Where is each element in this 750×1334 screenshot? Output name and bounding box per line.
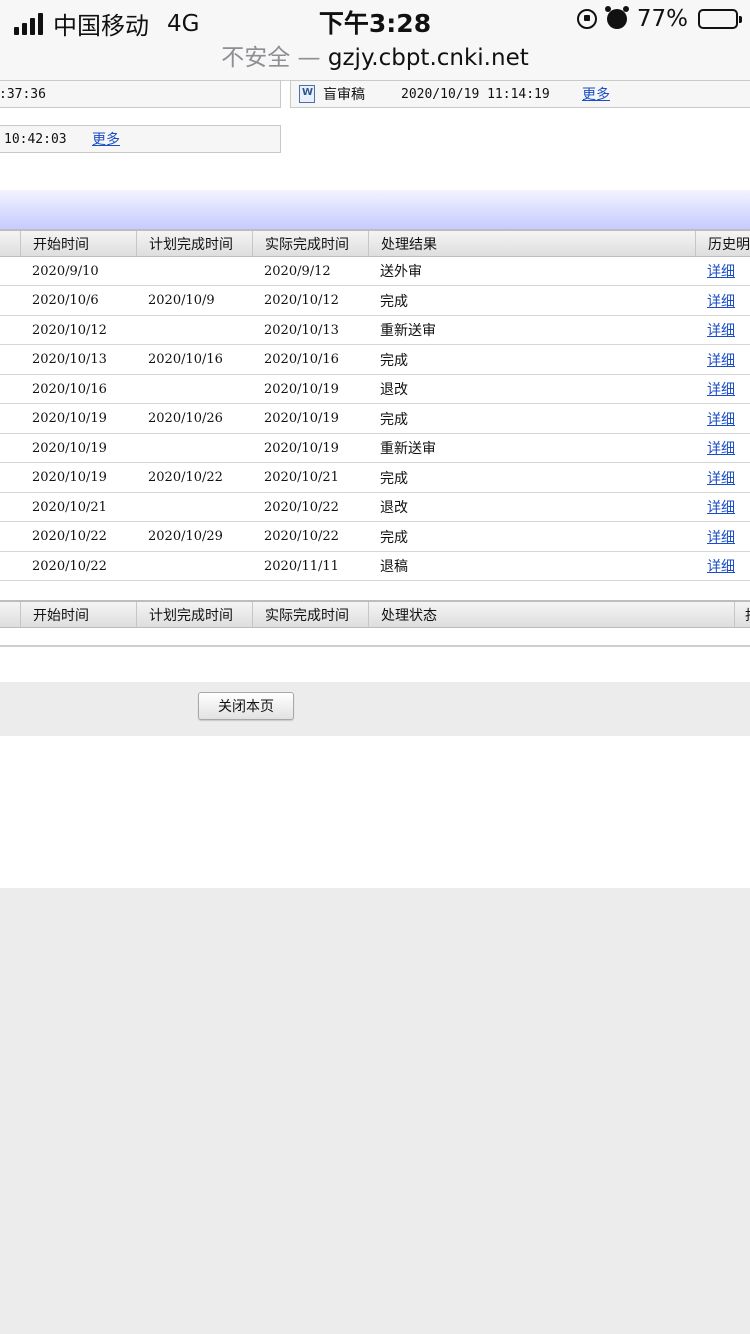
header-planned-time: 计划完成时间: [136, 231, 252, 256]
insecure-label: 不安全 —: [221, 45, 321, 71]
detail-link[interactable]: 详细: [707, 316, 735, 344]
status-right: 77%: [576, 6, 742, 32]
table-row: 2020/10/12 2020/10/13 重新送审 详细: [0, 316, 750, 345]
table-row: 2020/10/22 2020/10/29 2020/10/22 完成 详细: [0, 523, 750, 552]
cell-start-time: 2020/10/13: [32, 352, 107, 367]
cell-start-time: 2020/10/12: [32, 322, 107, 338]
table-row: 2020/10/19 2020/10/19 重新送审 详细: [0, 434, 750, 463]
doc-entry-2: 10:42:03 更多: [0, 125, 281, 153]
header-cc: 抄: [734, 602, 750, 627]
detail-link[interactable]: 详细: [707, 375, 735, 403]
doc-entry-1: :37:36: [0, 80, 281, 108]
cell-start-time: 2020/10/22: [32, 558, 107, 574]
cell-actual-time: 2020/10/22: [264, 499, 339, 515]
cell-result: 退改: [380, 500, 408, 516]
detail-link[interactable]: 详细: [707, 405, 735, 433]
cell-result: 完成: [380, 411, 408, 428]
cell-result: 重新送审: [380, 323, 436, 339]
cell-actual-time: 2020/10/19: [264, 381, 339, 397]
table-row: 2020/10/21 2020/10/22 退改 详细: [0, 493, 750, 522]
header-result: 处理结果: [368, 231, 695, 256]
doc-entry-blind-review: 盲审稿 2020/10/19 11:14:19 更多: [290, 80, 750, 108]
table-row: 2020/10/6 2020/10/9 2020/10/12 完成 详细: [0, 287, 750, 316]
cell-planned-time: 2020/10/22: [148, 470, 223, 485]
cell-result: 完成: [380, 529, 408, 546]
cell-actual-time: 2020/10/16: [264, 352, 339, 367]
table-row: 2020/10/19 2020/10/22 2020/10/21 完成 详细: [0, 464, 750, 493]
cell-result: 送外审: [380, 264, 422, 280]
section-header-bar: [0, 190, 750, 229]
detail-link[interactable]: 详细: [707, 287, 735, 315]
cell-start-time: 2020/9/10: [32, 263, 99, 279]
cell-result: 退改: [380, 382, 408, 398]
cell-start-time: 2020/10/6: [32, 293, 99, 308]
button-bar: 关闭本页: [0, 682, 750, 736]
header-start-time: 开始时间: [20, 602, 136, 627]
table-row: 2020/10/16 2020/10/19 退改 详细: [0, 375, 750, 404]
table-row: 2020/10/13 2020/10/16 2020/10/16 完成 详细: [0, 346, 750, 375]
cell-start-time: 2020/10/21: [32, 499, 107, 515]
cell-result: 完成: [380, 470, 408, 487]
detail-link[interactable]: 详细: [707, 346, 735, 374]
cell-actual-time: 2020/10/19: [264, 440, 339, 456]
more-link[interactable]: 更多: [582, 84, 610, 104]
cell-start-time: 2020/10/19: [32, 411, 107, 426]
detail-link[interactable]: 详细: [707, 523, 735, 551]
cell-actual-time: 2020/11/11: [264, 558, 339, 574]
cell-start-time: 2020/10/19: [32, 470, 107, 485]
cell-result: 重新送审: [380, 441, 436, 457]
table-row: 2020/10/22 2020/11/11 退稿 详细: [0, 552, 750, 581]
detail-link[interactable]: 详细: [707, 493, 735, 521]
cell-actual-time: 2020/10/13: [264, 322, 339, 338]
cell-start-time: 2020/10/19: [32, 440, 107, 456]
cell-actual-time: 2020/10/12: [264, 293, 339, 308]
table-row: 2020/10/19 2020/10/26 2020/10/19 完成 详细: [0, 405, 750, 434]
detail-link[interactable]: 详细: [707, 257, 735, 285]
doc-time: 2020/10/19 11:14:19: [401, 86, 550, 102]
alarm-icon: [604, 6, 629, 29]
url-host: gzjy.cbpt.cnki.net: [327, 45, 529, 71]
rotation-lock-icon: [576, 9, 597, 29]
cell-actual-time: 2020/10/19: [264, 411, 339, 426]
word-document-icon[interactable]: [299, 85, 315, 103]
cell-start-time: 2020/10/16: [32, 381, 107, 397]
detail-link[interactable]: 详细: [707, 464, 735, 492]
cell-planned-time: 2020/10/16: [148, 352, 223, 367]
cell-result: 完成: [380, 352, 408, 369]
cell-actual-time: 2020/10/21: [264, 470, 339, 485]
table-row: 2020/9/10 2020/9/12 送外审 详细: [0, 257, 750, 286]
cell-result: 退稿: [380, 559, 408, 575]
url-bar[interactable]: 不安全 — gzjy.cbpt.cnki.net: [0, 38, 750, 72]
header-actual-time: 实际完成时间: [252, 602, 368, 627]
doc-name: 盲审稿: [323, 87, 365, 103]
battery-icon: [698, 9, 742, 29]
header-status: 处理状态: [368, 602, 734, 627]
cell-actual-time: 2020/10/22: [264, 529, 339, 544]
header-history: 历史明: [695, 231, 750, 256]
close-page-button[interactable]: 关闭本页: [198, 692, 294, 720]
doc-time: :37:36: [0, 86, 46, 102]
cell-planned-time: 2020/10/9: [148, 293, 215, 308]
table-header: 开始时间 计划完成时间 实际完成时间 处理状态 抄: [0, 600, 750, 628]
empty-row: [0, 628, 750, 647]
more-link[interactable]: 更多: [92, 129, 120, 149]
cell-planned-time: 2020/10/26: [148, 411, 223, 426]
page-content: :37:36 盲审稿 2020/10/19 11:14:19 更多 10:42:…: [0, 80, 750, 888]
cell-planned-time: 2020/10/29: [148, 529, 223, 544]
current-table: 开始时间 计划完成时间 实际完成时间 处理状态 抄: [0, 600, 750, 650]
history-table: 开始时间 计划完成时间 实际完成时间 处理结果 历史明 2020/9/10 202…: [0, 229, 750, 583]
doc-time: 10:42:03: [4, 131, 67, 147]
cell-actual-time: 2020/9/12: [264, 263, 331, 279]
table-header: 开始时间 计划完成时间 实际完成时间 处理结果 历史明: [0, 229, 750, 257]
cell-start-time: 2020/10/22: [32, 529, 107, 544]
cell-result: 完成: [380, 293, 408, 310]
detail-link[interactable]: 详细: [707, 434, 735, 462]
header-planned-time: 计划完成时间: [136, 602, 252, 627]
header-start-time: 开始时间: [20, 231, 136, 256]
battery-percent: 77%: [636, 6, 688, 32]
detail-link[interactable]: 详细: [707, 552, 735, 580]
status-bar: 中国移动 4G 下午3:28 77% 不安全 — gzjy.cbpt.cnki.…: [0, 0, 750, 80]
header-actual-time: 实际完成时间: [252, 231, 368, 256]
